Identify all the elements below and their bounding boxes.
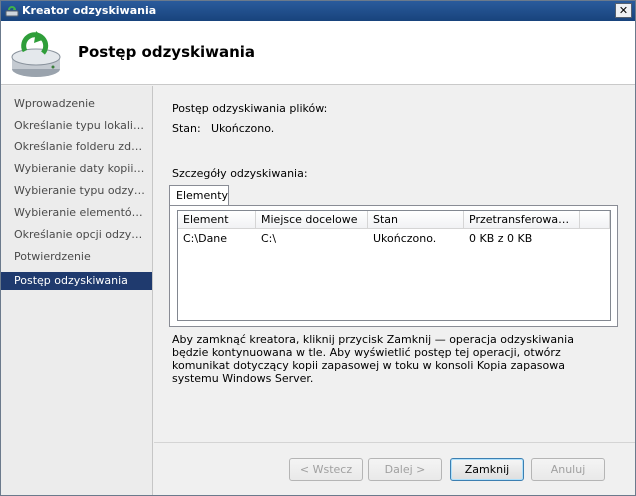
wizard-window: Kreator odzyskiwania ✕ Postęp odzyskiwan… (0, 0, 636, 496)
title-bar[interactable]: Kreator odzyskiwania ✕ (1, 1, 635, 21)
close-button[interactable]: Zamknij (450, 458, 524, 481)
sidebar-item-remote-folder[interactable]: Określanie folderu zdal... (1, 138, 152, 156)
details-heading: Szczegóły odzyskiwania: (172, 167, 308, 180)
page-title: Postęp odzyskiwania (78, 43, 256, 61)
sidebar-item-location-type[interactable]: Określanie typu lokalizacji (1, 117, 152, 135)
cell-status[interactable]: Ukończono. (368, 232, 436, 245)
window-title: Kreator odzyskiwania (22, 4, 157, 17)
close-window-button[interactable]: ✕ (615, 3, 632, 18)
restore-wizard-icon (5, 6, 19, 17)
column-header-element[interactable]: Element (178, 211, 256, 229)
status-label: Stan: (172, 122, 201, 135)
sidebar-item-introduction[interactable]: Wprowadzenie (1, 95, 152, 113)
back-button[interactable]: < Wstecz (289, 458, 363, 481)
column-header-filler (580, 211, 610, 229)
list-header: Element Miejsce docelowe Stan Przetransf… (178, 211, 610, 229)
sidebar-item-recovery-type[interactable]: Wybieranie typu odzys... (1, 182, 152, 200)
progress-heading: Postęp odzyskiwania plików: (172, 102, 328, 115)
sidebar-item-backup-date[interactable]: Wybieranie daty kopii z... (1, 160, 152, 178)
column-header-status[interactable]: Stan (368, 211, 464, 229)
column-header-destination[interactable]: Miejsce docelowe (256, 211, 368, 229)
recovery-items-list[interactable]: Element Miejsce docelowe Stan Przetransf… (177, 210, 611, 321)
cancel-button[interactable]: Anuluj (531, 458, 605, 481)
wizard-header: Postęp odzyskiwania (1, 21, 635, 85)
cell-transferred[interactable]: 0 KB z 0 KB (464, 232, 532, 245)
column-header-transferred[interactable]: Przetransferowan... (464, 211, 580, 229)
step-sidebar: Wprowadzenie Określanie typu lokalizacji… (1, 86, 153, 495)
disk-restore-icon (11, 31, 61, 77)
sidebar-item-confirmation[interactable]: Potwierdzenie (1, 248, 152, 266)
sidebar-item-select-items[interactable]: Wybieranie elementów... (1, 204, 152, 222)
tab-items[interactable]: Elementy (169, 185, 229, 206)
cell-element[interactable]: C:\Dane (178, 232, 227, 245)
cell-destination[interactable]: C:\ (256, 232, 276, 245)
next-button[interactable]: Dalej > (368, 458, 442, 481)
status-value: Ukończono. (211, 122, 275, 135)
info-note: Aby zamknąć kreatora, kliknij przycisk Z… (172, 333, 574, 385)
sidebar-item-recovery-options[interactable]: Określanie opcji odzysk... (1, 226, 152, 244)
sidebar-item-progress[interactable]: Postęp odzyskiwania (1, 272, 152, 290)
